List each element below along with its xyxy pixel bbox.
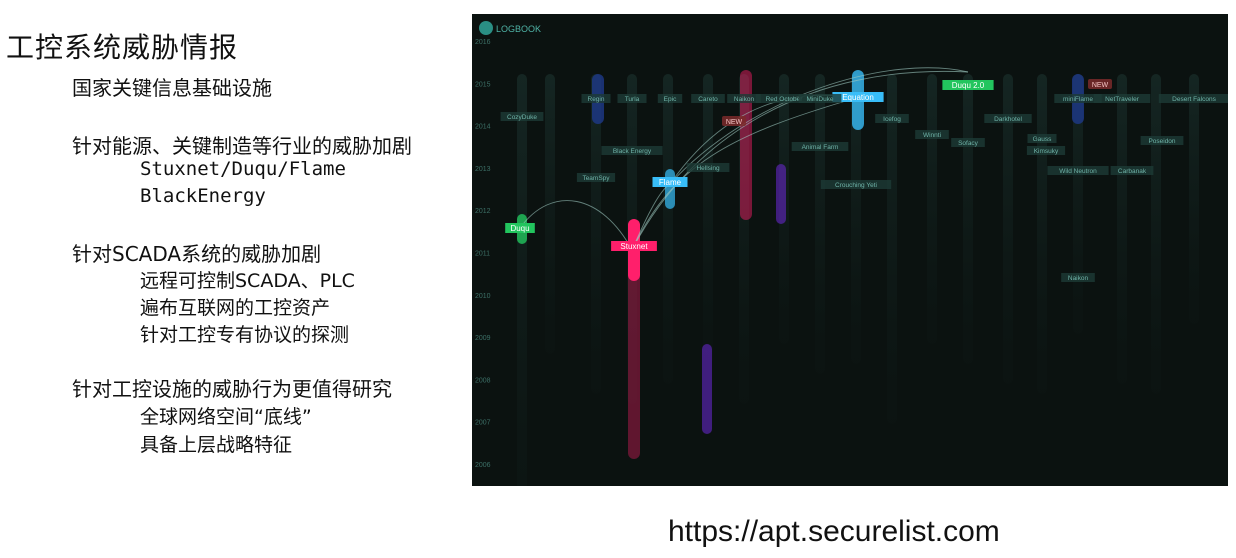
threat-label: Hellsing (696, 165, 720, 172)
threat-label: Duqu (510, 224, 529, 233)
timeline-column (927, 74, 937, 344)
threat-label: Red October (766, 96, 804, 103)
threat-label: Crouching Yeti (835, 182, 877, 189)
threat-label: Epic (664, 96, 677, 103)
threat-label: NetTraveler (1105, 96, 1140, 103)
timeline-column (703, 74, 713, 364)
year-label: 2009 (475, 335, 491, 342)
year-label: 2015 (475, 81, 491, 88)
threat-label: Gauss (1033, 136, 1053, 143)
year-label: 2006 (475, 462, 491, 469)
new-badge: NEW (726, 119, 743, 126)
threat-label: Turla (625, 96, 640, 103)
timeline-column (663, 74, 673, 384)
section-heading: 针对SCADA系统的威胁加剧 (72, 242, 322, 266)
threat-label: Careto (698, 96, 718, 103)
timeline-column (963, 74, 973, 364)
threat-label: Winnti (923, 132, 941, 139)
threat-label: MiniDuke (806, 96, 833, 103)
threat-label: Carbanak (1118, 168, 1147, 175)
threat-label: Darkhotel (994, 116, 1022, 123)
section-heading: 针对工控设施的威胁行为更值得研究 (72, 377, 392, 401)
section-heading: 针对能源、关键制造等行业的威胁加剧 (72, 134, 412, 158)
threat-label: CozyDuke (507, 114, 537, 121)
year-label: 2007 (475, 420, 491, 427)
timeline-column (545, 74, 555, 354)
threat-label: Naikon (734, 96, 755, 103)
slide-title: 工控系统威胁情报 (6, 31, 239, 64)
timeline-column (1189, 74, 1199, 324)
threat-label: Duqu 2.0 (952, 81, 985, 90)
year-label: 2011 (475, 251, 490, 258)
threat-label: Equation (842, 93, 874, 102)
section-item: 远程可控制SCADA、PLC (140, 270, 355, 292)
new-badge: NEW (1092, 82, 1109, 89)
section-item: BlackEnergy (140, 185, 266, 207)
threat-label: Regin (588, 96, 605, 103)
year-label: 2013 (475, 166, 491, 173)
logbook-logo-icon (479, 21, 493, 35)
timeline-column (517, 74, 527, 486)
logbook-logo: LOGBOOK (479, 21, 541, 35)
threat-label: Poseidon (1148, 138, 1175, 145)
timeline-column (1117, 74, 1127, 384)
year-label: 2010 (475, 293, 491, 300)
flame-marker (665, 169, 675, 209)
threat-label: Sofacy (958, 140, 979, 147)
threat-label: Kimsuky (1034, 148, 1059, 155)
threat-label: Stuxnet (620, 242, 648, 251)
timeline-column (815, 74, 825, 374)
logbook-screenshot: LOGBOOK 2016 2015 2014 2013 2012 2011 2010 2009… (472, 14, 1228, 486)
section-item: 全球网络空间“底线” (140, 406, 312, 428)
source-url[interactable]: https://apt.securelist.com (668, 515, 1000, 549)
timeline-column (1151, 74, 1161, 394)
threat-label: Black Energy (613, 148, 652, 155)
section-item: 针对工控专有协议的探测 (140, 324, 350, 346)
section-item: 具备上层战略特征 (140, 434, 293, 456)
year-label: 2014 (475, 124, 491, 131)
column-marker (776, 164, 786, 224)
year-label: 2008 (475, 377, 491, 384)
threat-label: Wild Neutron (1059, 168, 1097, 175)
year-label: 2016 (475, 39, 491, 46)
column-marker (702, 344, 712, 434)
column-marker (740, 70, 752, 220)
threat-label: TeamSpy (582, 175, 610, 182)
logbook-logo-text: LOGBOOK (496, 24, 541, 34)
timeline-column (1037, 74, 1047, 394)
section-item: Stuxnet/Duqu/Flame (140, 158, 346, 180)
threat-label: Flame (659, 178, 682, 187)
threat-label: Desert Falcons (1172, 96, 1216, 103)
year-label: 2012 (475, 208, 491, 215)
threat-label: Naikon (1068, 275, 1089, 282)
threat-label: Icefog (883, 116, 901, 123)
timeline-column (887, 74, 897, 424)
threat-label: Animal Farm (802, 144, 839, 151)
threat-label: miniFlame (1063, 96, 1093, 103)
section-heading: 国家关键信息基础设施 (72, 76, 272, 100)
section-item: 遍布互联网的工控资产 (140, 297, 331, 319)
